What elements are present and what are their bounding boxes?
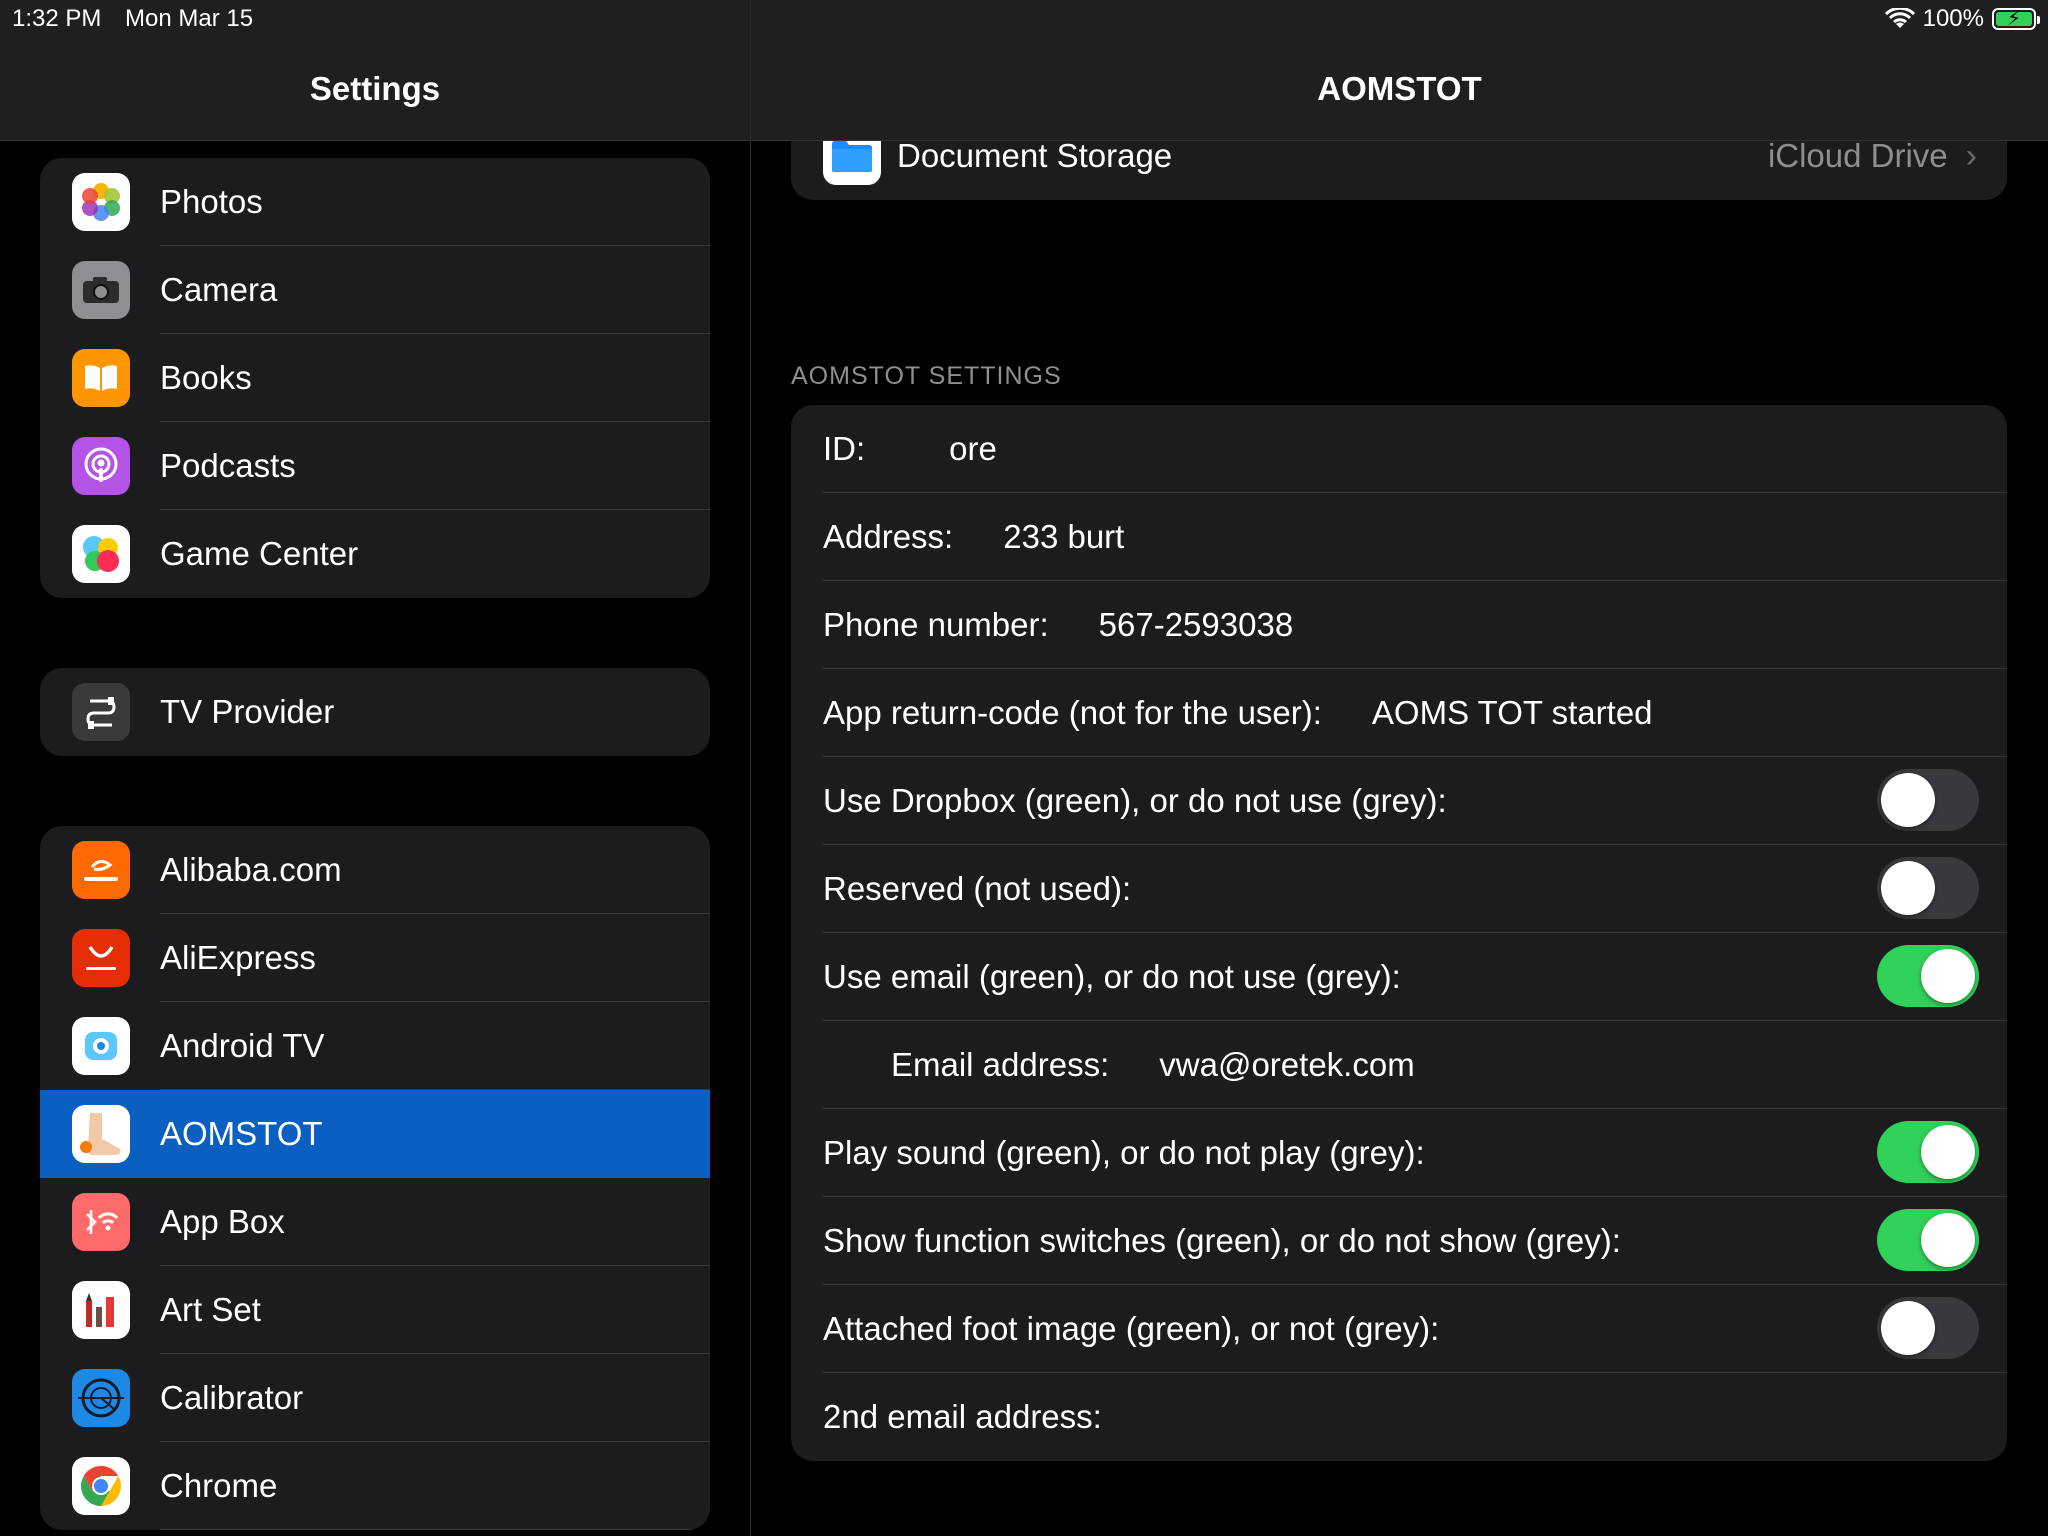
sidebar-item-art-set[interactable]: Art Set — [40, 1266, 710, 1354]
sidebar-item-label: Camera — [160, 271, 278, 308]
show-switches-toggle[interactable] — [1877, 1209, 1979, 1271]
section-header: AOMSTOT SETTINGS — [791, 362, 1062, 390]
wifi-icon — [1884, 8, 1915, 28]
status-date: Mon Mar 15 — [125, 5, 254, 32]
dropbox-toggle[interactable] — [1877, 769, 1979, 831]
tv-provider-icon — [72, 683, 130, 741]
reserved-row: Reserved (not used): — [791, 845, 2007, 933]
sidebar-item-camera[interactable]: Camera — [40, 246, 710, 334]
sidebar-item-label: Art Set — [160, 1291, 261, 1328]
battery-icon: ⚡ — [1992, 8, 2040, 30]
sidebar-item-label: Chrome — [160, 1467, 278, 1504]
sidebar-item-label: App Box — [160, 1203, 285, 1240]
podcasts-icon — [72, 437, 130, 495]
sidebar-item-app-box[interactable]: App Box — [40, 1178, 710, 1266]
sidebar-item-label: Books — [160, 359, 252, 396]
sidebar-item-label: Game Center — [160, 535, 359, 572]
address-value[interactable]: 233 burt — [1003, 518, 1124, 556]
id-label: ID: — [823, 430, 866, 467]
sidebar-item-calibrator[interactable]: Calibrator — [40, 1354, 710, 1442]
sidebar-item-label: Android TV — [160, 1027, 325, 1064]
android-tv-icon — [72, 1017, 130, 1075]
status-right: 100% ⚡ — [1884, 5, 2040, 33]
settings-sidebar: Settings Photos Camera Books Podcasts Ga… — [0, 0, 750, 1536]
alibaba-icon — [72, 841, 130, 899]
sidebar-item-label: Alibaba.com — [160, 851, 342, 888]
phone-row: Phone number: 567-2593038 — [791, 581, 2007, 669]
reserved-toggle[interactable] — [1877, 857, 1979, 919]
second-email-label: 2nd email address: — [823, 1398, 1102, 1435]
dropbox-row: Use Dropbox (green), or do not use (grey… — [791, 757, 2007, 845]
sidebar-group-apple: Photos Camera Books Podcasts Game Center — [40, 158, 710, 598]
play-sound-toggle[interactable] — [1877, 1121, 1979, 1183]
show-switches-row: Show function switches (green), or do no… — [791, 1197, 2007, 1285]
calibrator-icon — [72, 1369, 130, 1427]
email-address-label: Email address: — [891, 1046, 1110, 1083]
sidebar-item-label: Podcasts — [160, 447, 296, 484]
sidebar-item-game-center[interactable]: Game Center — [40, 510, 710, 598]
email-address-row: Email address: vwa@oretek.com — [791, 1021, 2007, 1109]
id-value[interactable]: ore — [949, 430, 997, 468]
sidebar-item-podcasts[interactable]: Podcasts — [40, 422, 710, 510]
sidebar-item-label: AOMSTOT — [160, 1115, 323, 1152]
sidebar-item-label: Photos — [160, 183, 263, 220]
sidebar-title: Settings — [309, 70, 441, 107]
use-email-row: Use email (green), or do not use (grey): — [791, 933, 2007, 1021]
chevron-right-icon: › — [1965, 136, 1977, 175]
phone-value[interactable]: 567-2593038 — [1099, 606, 1294, 644]
phone-label: Phone number: — [823, 606, 1049, 643]
sidebar-group-third-party: Alibaba.com AliExpress Android TV AOMSTO… — [40, 826, 710, 1530]
sidebar-item-label: AliExpress — [160, 939, 316, 976]
foot-image-row: Attached foot image (green), or not (gre… — [791, 1285, 2007, 1373]
sidebar-item-label: Calibrator — [160, 1379, 304, 1416]
art-set-icon — [72, 1281, 130, 1339]
foot-image-label: Attached foot image (green), or not (gre… — [823, 1310, 1440, 1347]
show-switches-label: Show function switches (green), or do no… — [823, 1222, 1621, 1259]
address-label: Address: — [823, 518, 954, 555]
camera-icon — [72, 261, 130, 319]
aliexpress-icon — [72, 929, 130, 987]
id-row: ID: ore — [791, 405, 2007, 493]
game-center-icon — [72, 525, 130, 583]
app-box-icon — [72, 1193, 130, 1251]
dropbox-label: Use Dropbox (green), or do not use (grey… — [823, 782, 1447, 819]
sidebar-item-android-tv[interactable]: Android TV — [40, 1002, 710, 1090]
document-storage-value: iCloud Drive — [1767, 137, 1948, 174]
chrome-icon — [72, 1457, 130, 1515]
second-email-row[interactable]: 2nd email address: — [791, 1373, 2007, 1461]
sidebar-group-tv: TV Provider — [40, 668, 710, 756]
sidebar-item-chrome[interactable]: Chrome — [40, 1442, 710, 1530]
sidebar-item-books[interactable]: Books — [40, 334, 710, 422]
document-storage-label: Document Storage — [897, 137, 1173, 174]
detail-title: AOMSTOT — [1317, 70, 1482, 107]
address-row: Address: 233 burt — [791, 493, 2007, 581]
sidebar-item-tv-provider[interactable]: TV Provider — [40, 668, 710, 756]
return-code-value: AOMS TOT started — [1371, 694, 1653, 731]
sidebar-item-label: TV Provider — [160, 693, 335, 730]
detail-pane: AOMSTOT Document Storage iCloud Drive › … — [751, 0, 2048, 1536]
battery-percent: 100% — [1922, 5, 1984, 32]
books-icon — [72, 349, 130, 407]
play-sound-row: Play sound (green), or do not play (grey… — [791, 1109, 2007, 1197]
aomstot-icon — [72, 1105, 130, 1163]
photos-icon — [72, 173, 130, 231]
foot-image-toggle[interactable] — [1877, 1297, 1979, 1359]
use-email-label: Use email (green), or do not use (grey): — [823, 958, 1401, 995]
use-email-toggle[interactable] — [1877, 945, 1979, 1007]
sidebar-item-aliexpress[interactable]: AliExpress — [40, 914, 710, 1002]
return-code-row: App return-code (not for the user): AOMS… — [791, 669, 2007, 757]
email-address-value[interactable]: vwa@oretek.com — [1159, 1046, 1414, 1084]
settings-card: ID: ore Address: 233 burt Phone number: … — [791, 405, 2007, 1461]
sidebar-item-aomstot[interactable]: AOMSTOT — [40, 1090, 710, 1178]
return-code-label: App return-code (not for the user): — [823, 694, 1322, 731]
status-time: 1:32 PM — [12, 5, 102, 32]
reserved-label: Reserved (not used): — [823, 870, 1132, 907]
split-divider — [750, 0, 751, 1536]
sidebar-item-photos[interactable]: Photos — [40, 158, 710, 246]
sidebar-item-alibaba[interactable]: Alibaba.com — [40, 826, 710, 914]
status-bar: 1:32 PM Mon Mar 15 100% ⚡ — [0, 0, 2048, 40]
play-sound-label: Play sound (green), or do not play (grey… — [823, 1134, 1425, 1171]
